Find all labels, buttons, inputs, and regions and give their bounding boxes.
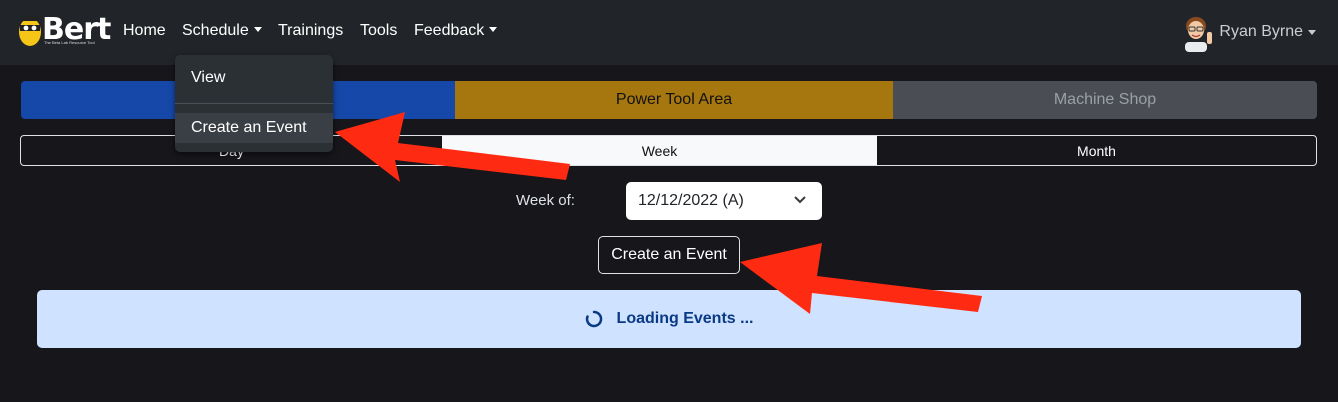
chevron-down-icon: [489, 27, 498, 32]
area-tab-machine-shop[interactable]: Machine Shop: [893, 81, 1317, 119]
dropdown-item-view[interactable]: View: [175, 69, 333, 87]
week-label: Week of:: [516, 192, 575, 209]
schedule-dropdown: View Create an Event: [175, 55, 333, 152]
chevron-down-icon: [1308, 29, 1316, 35]
view-month-button[interactable]: Month: [877, 136, 1316, 165]
week-select-value: 12/12/2022 (A): [638, 192, 744, 209]
nav-schedule-label: Schedule: [182, 22, 249, 39]
chevron-down-icon: [253, 27, 262, 32]
nav-feedback[interactable]: Feedback: [414, 22, 498, 40]
view-week-button[interactable]: Week: [442, 136, 877, 165]
nav-feedback-label: Feedback: [414, 22, 485, 39]
bert-logo-icon: [19, 16, 41, 46]
dropdown-item-create-event[interactable]: Create an Event: [175, 113, 333, 143]
avatar: [1179, 12, 1216, 52]
loading-text: Loading Events ...: [616, 310, 754, 327]
chevron-down-icon: [794, 196, 806, 204]
user-menu[interactable]: Ryan Byrne: [1179, 12, 1316, 52]
nav-home[interactable]: Home: [123, 22, 166, 40]
nav-trainings[interactable]: Trainings: [278, 22, 343, 40]
brand-logo[interactable]: Bert The Beta Lab Resource Tool: [18, 12, 111, 48]
user-name: Ryan Byrne: [1219, 23, 1303, 40]
dropdown-divider: [175, 103, 333, 104]
week-select[interactable]: 12/12/2022 (A): [626, 182, 822, 220]
area-tab-power-tool[interactable]: Power Tool Area: [455, 81, 893, 119]
nav-tools[interactable]: Tools: [360, 22, 397, 40]
create-event-button[interactable]: Create an Event: [598, 236, 740, 274]
spinner-icon: [585, 310, 602, 328]
nav-schedule[interactable]: Schedule: [182, 22, 262, 40]
loading-alert: Loading Events ...: [37, 290, 1301, 348]
brand-subtitle: The Beta Lab Resource Tool: [44, 40, 95, 45]
